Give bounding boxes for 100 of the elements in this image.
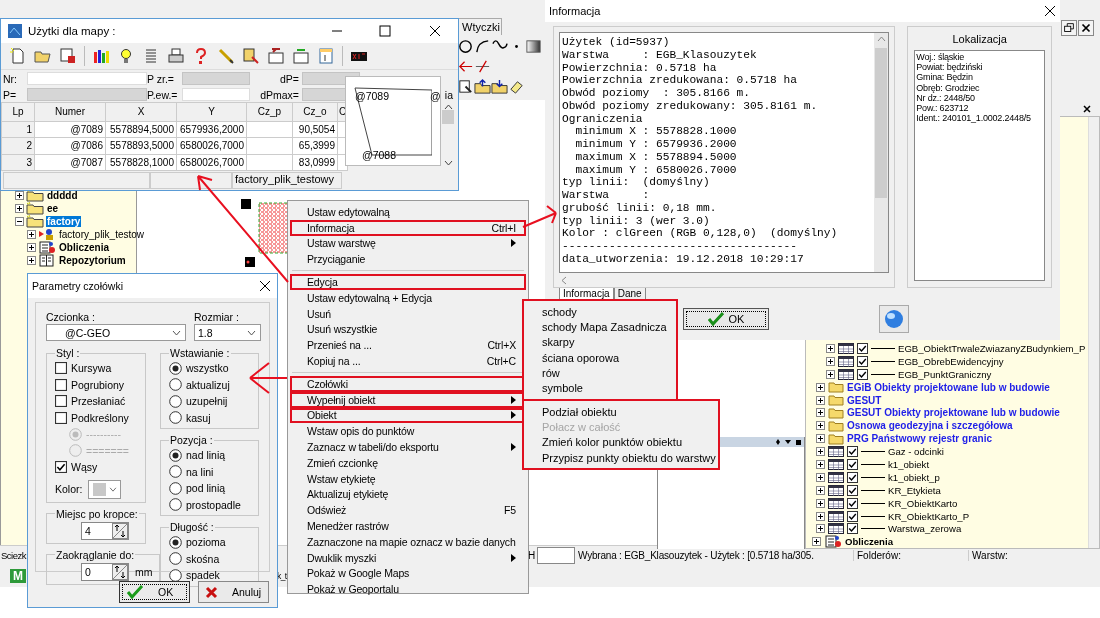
table-edit-icon[interactable] bbox=[457, 78, 474, 95]
radio-button[interactable] bbox=[169, 481, 182, 495]
menu-item[interactable]: Ustaw warstwę bbox=[290, 235, 526, 252]
expand-icon[interactable] bbox=[816, 498, 825, 508]
pencil-icon[interactable] bbox=[217, 47, 235, 65]
save-icon[interactable] bbox=[59, 47, 77, 65]
tree-item[interactable]: factory_plik_testow bbox=[58, 229, 146, 240]
menu-item[interactable]: Wstaw etykietę bbox=[290, 470, 526, 487]
menu-item[interactable]: Pokaż w Geoportalu bbox=[290, 581, 526, 598]
restore-icon[interactable] bbox=[1061, 20, 1077, 36]
menu-item[interactable]: Zmień czcionkę bbox=[290, 454, 526, 471]
close-icon[interactable] bbox=[1078, 20, 1094, 36]
spin-icon[interactable] bbox=[112, 563, 128, 580]
checkbox[interactable] bbox=[847, 523, 858, 535]
menu-item[interactable]: Kopiuj na ... Ctrl+C bbox=[290, 353, 526, 369]
radio-button[interactable] bbox=[169, 411, 182, 425]
menu-item[interactable]: Edycja bbox=[290, 274, 526, 290]
input-field[interactable] bbox=[537, 547, 575, 564]
menu-item[interactable]: Ustaw edytowalną + Edycja bbox=[290, 290, 526, 306]
ok-button[interactable]: OK bbox=[683, 308, 769, 330]
collapse-icon[interactable] bbox=[15, 217, 24, 226]
menu-item[interactable]: schody bbox=[524, 304, 676, 320]
app-badge[interactable]: M bbox=[10, 569, 26, 583]
menu-item[interactable]: Podział obiektu bbox=[524, 404, 718, 420]
font-dropdown[interactable]: @C-GEO bbox=[46, 324, 186, 341]
expand-icon[interactable] bbox=[816, 382, 825, 392]
tree-item[interactable]: ddddd bbox=[46, 190, 79, 201]
folder-name[interactable]: PRG Państwowy rejestr granic bbox=[847, 433, 993, 445]
close-icon[interactable] bbox=[1082, 104, 1092, 114]
tree-item[interactable]: ee bbox=[46, 203, 60, 214]
panel-controls-icon[interactable] bbox=[774, 437, 804, 447]
taskbar-label[interactable]: k_t bbox=[277, 571, 287, 581]
menu-item[interactable]: Zaznaczone na mapie oznacz w bazie danych bbox=[290, 533, 526, 550]
menu-item[interactable]: Przyciąganie bbox=[290, 251, 526, 268]
menu-item[interactable]: Ustaw edytowalną bbox=[290, 204, 526, 220]
column-header[interactable]: Y bbox=[176, 102, 247, 122]
scroll-left-icon[interactable] bbox=[561, 275, 567, 285]
layer-name[interactable]: k1_obiekt_p bbox=[888, 471, 940, 483]
size-dropdown[interactable]: 1.8 bbox=[194, 324, 261, 341]
export-icon[interactable] bbox=[242, 47, 260, 65]
menu-item[interactable]: Dwuklik myszki bbox=[290, 549, 526, 566]
printer-icon[interactable] bbox=[167, 47, 185, 65]
globe-button[interactable] bbox=[879, 305, 909, 333]
cancel-button[interactable]: Anuluj bbox=[198, 581, 269, 603]
spin-icon[interactable] bbox=[112, 522, 128, 539]
checkbox[interactable] bbox=[847, 510, 858, 522]
menu-item[interactable]: Usuń wszystkie bbox=[290, 321, 526, 338]
checkbox[interactable] bbox=[847, 458, 858, 470]
checkbox[interactable] bbox=[857, 355, 868, 367]
scroll-down-icon[interactable] bbox=[443, 160, 453, 166]
column-header[interactable]: Lp bbox=[1, 102, 35, 122]
radio-button[interactable] bbox=[169, 498, 182, 512]
menu-item[interactable]: symbole bbox=[524, 380, 676, 396]
menu-item[interactable]: Pokaż w Google Maps bbox=[290, 565, 526, 582]
folder-name[interactable]: EGiB Obiekty projektowane lub w budowie bbox=[847, 381, 1050, 393]
layer-name[interactable]: KR_Etykieta bbox=[888, 484, 941, 496]
checkbox[interactable] bbox=[55, 378, 67, 391]
radio-button[interactable] bbox=[169, 361, 182, 375]
menu-item[interactable]: Zaznacz w tabeli/do eksportu bbox=[290, 439, 526, 455]
tree-item[interactable]: Obliczenia bbox=[845, 536, 893, 548]
scrollbar[interactable] bbox=[1088, 117, 1099, 549]
color-dropdown[interactable] bbox=[88, 479, 122, 499]
layer-name[interactable]: EGB_ObiektTrwaleZwiazanyZBudynkiem_P bbox=[898, 342, 1086, 354]
expand-icon[interactable] bbox=[816, 408, 825, 418]
ok-button[interactable]: OK bbox=[119, 581, 190, 603]
layer-name[interactable]: EGB_ObrebEwidencyjny bbox=[898, 355, 1004, 367]
radio-button[interactable] bbox=[169, 394, 182, 408]
menu-item[interactable]: Odśwież F5 bbox=[290, 502, 526, 519]
menu-item[interactable]: Czołówki bbox=[290, 375, 526, 392]
menu-item[interactable]: Informacja Ctrl+I bbox=[290, 219, 526, 236]
menu-item[interactable]: Przenieś na ... Ctrl+X bbox=[290, 337, 526, 354]
scrollbar-thumb[interactable] bbox=[442, 110, 454, 124]
menu-item[interactable]: Zmień kolor punktów obiektu bbox=[524, 434, 718, 450]
expand-icon[interactable] bbox=[15, 191, 24, 200]
layer-name[interactable]: k1_obiekt bbox=[888, 458, 930, 470]
layer-name[interactable]: Warstwa_zerowa bbox=[888, 523, 962, 535]
expand-icon[interactable] bbox=[816, 485, 825, 495]
radio-button[interactable] bbox=[169, 568, 182, 582]
expand-icon[interactable] bbox=[27, 230, 36, 239]
arc-tool-icon[interactable] bbox=[474, 38, 491, 55]
expand-icon[interactable] bbox=[816, 459, 825, 469]
bar-chart-icon[interactable] bbox=[92, 47, 110, 65]
folder-name[interactable]: GESUT Obiekty projektowane lub w budowie bbox=[847, 407, 1060, 419]
cut-line-icon[interactable] bbox=[474, 58, 491, 75]
column-header[interactable]: X bbox=[105, 102, 177, 122]
radio-button[interactable] bbox=[169, 535, 182, 549]
export-file-icon[interactable] bbox=[292, 47, 310, 65]
calendar-icon[interactable] bbox=[317, 47, 335, 65]
expand-icon[interactable] bbox=[27, 243, 36, 252]
checkbox[interactable] bbox=[847, 484, 858, 496]
gradient-icon[interactable] bbox=[525, 38, 542, 55]
column-header[interactable]: Cz_p bbox=[246, 102, 293, 122]
checkbox[interactable] bbox=[847, 471, 858, 483]
eraser-icon[interactable] bbox=[508, 78, 525, 95]
spin-field[interactable]: 4 bbox=[81, 521, 129, 540]
expand-icon[interactable] bbox=[816, 472, 825, 482]
expand-icon[interactable] bbox=[816, 447, 825, 457]
plugins-tab[interactable]: Wtyczki bbox=[457, 18, 502, 35]
expand-icon[interactable] bbox=[816, 395, 825, 405]
checkbox[interactable] bbox=[847, 446, 858, 458]
